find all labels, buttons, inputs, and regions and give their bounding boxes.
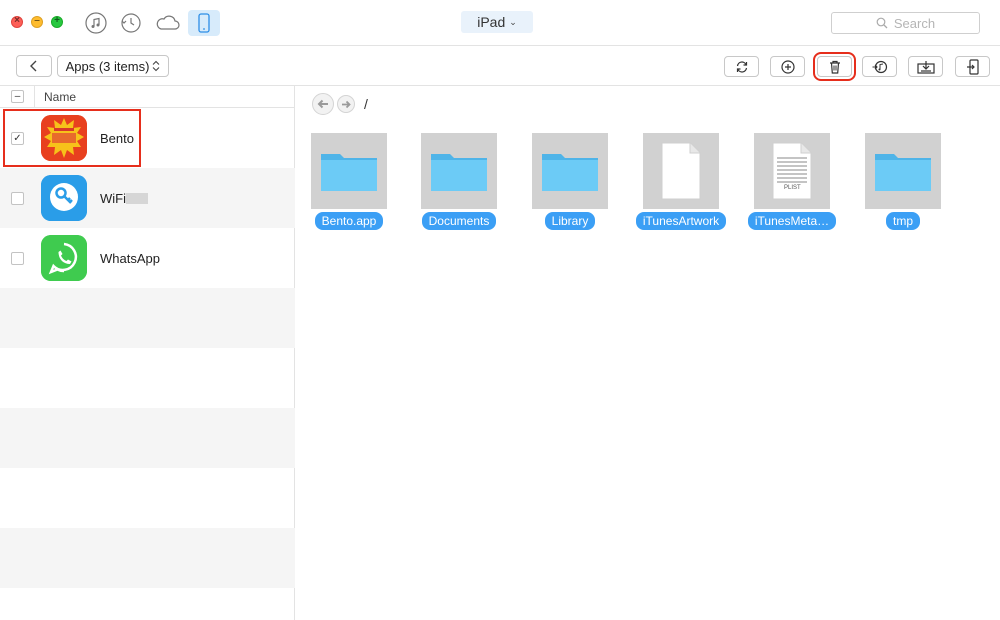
current-path: /	[364, 96, 368, 112]
empty-row	[0, 288, 295, 348]
app-name-wifi: WiFi	[100, 191, 126, 206]
file-label: iTunesMeta…	[747, 212, 837, 230]
import-to-device-button[interactable]	[955, 56, 990, 77]
app-row-whatsapp[interactable]: WhatsApp	[0, 228, 295, 288]
app-row-wifi[interactable]: WiFi	[0, 168, 295, 228]
plist-badge: PLIST	[782, 185, 803, 191]
refresh-icon	[736, 60, 747, 73]
file-label: tmp	[885, 212, 920, 230]
file-item[interactable]: Documents	[404, 133, 514, 233]
to-itunes-button[interactable]	[862, 56, 897, 77]
refresh-button[interactable]	[724, 56, 759, 77]
export-to-computer-button[interactable]	[908, 56, 943, 77]
folder-icon	[865, 133, 941, 209]
search-placeholder: Search	[893, 15, 936, 31]
add-icon	[780, 59, 795, 74]
empty-row	[0, 468, 295, 528]
device-selector[interactable]: iPad ⌄	[461, 11, 533, 33]
file-browser-panel: / Bento.app Documents Library iTunesArtw…	[296, 86, 1000, 620]
name-column-header[interactable]: Name	[44, 90, 76, 104]
file-label: iTunesArtwork	[635, 212, 727, 230]
music-note-icon[interactable]	[83, 10, 109, 36]
trash-icon	[829, 60, 840, 74]
back-button[interactable]	[16, 55, 52, 77]
category-selector[interactable]: Apps (3 items)	[57, 55, 169, 77]
folder-icon	[532, 133, 608, 209]
app-name-whatsapp: WhatsApp	[100, 251, 160, 266]
chevron-down-icon: ⌄	[509, 16, 517, 27]
toolbar: Apps (3 items)	[0, 46, 1000, 86]
to-itunes-icon	[872, 60, 887, 73]
app-list-panel: – Name ✓ Bento WiFi WhatsApp	[0, 86, 295, 620]
minimize-window-button[interactable]: –	[31, 15, 43, 28]
file-label: Documents	[421, 212, 497, 230]
nav-back-button[interactable]	[312, 93, 334, 115]
import-to-device-icon	[966, 58, 979, 75]
blurred-text	[126, 193, 148, 204]
export-to-computer-icon	[916, 60, 935, 74]
nav-forward-button[interactable]	[337, 95, 355, 113]
plist-file-icon	[754, 133, 830, 209]
cloud-icon[interactable]	[155, 10, 181, 36]
file-item[interactable]: iTunesMeta… PLIST	[737, 133, 847, 233]
path-bar: /	[312, 92, 368, 116]
file-item[interactable]: tmp	[848, 133, 958, 233]
selection-highlight-box	[3, 109, 141, 167]
whatsapp-app-icon	[41, 235, 87, 281]
add-button[interactable]	[770, 56, 805, 77]
folder-icon	[421, 133, 497, 209]
empty-row	[0, 528, 295, 588]
updown-chevron-icon	[153, 60, 160, 72]
wifi-key-app-icon	[41, 175, 87, 221]
file-item[interactable]: Library	[515, 133, 625, 233]
empty-row	[0, 408, 295, 468]
file-item[interactable]: Bento.app	[294, 133, 404, 233]
folder-icon	[311, 133, 387, 209]
history-icon[interactable]	[118, 10, 144, 36]
close-window-button[interactable]: ×	[11, 15, 23, 28]
document-icon	[643, 133, 719, 209]
phone-device-icon[interactable]	[188, 10, 220, 36]
app-checkbox-wifi[interactable]	[11, 192, 24, 205]
app-checkbox-whatsapp[interactable]	[11, 252, 24, 265]
empty-row	[0, 348, 295, 408]
file-label: Library	[544, 212, 596, 230]
chevron-left-icon	[30, 60, 37, 72]
file-label: Bento.app	[314, 212, 384, 230]
device-label: iPad	[477, 14, 506, 30]
maximize-window-button[interactable]: +	[51, 15, 63, 28]
select-all-checkbox[interactable]: –	[11, 90, 24, 103]
category-selector-label: Apps (3 items)	[65, 58, 150, 74]
delete-button[interactable]	[813, 52, 856, 81]
arrow-right-icon	[342, 100, 351, 108]
arrow-left-icon	[317, 99, 328, 109]
search-input[interactable]: Search	[831, 12, 980, 34]
title-bar: × – + iPad ⌄ Search	[0, 0, 1000, 46]
list-header: – Name	[0, 86, 295, 108]
file-item[interactable]: iTunesArtwork	[626, 133, 736, 233]
search-icon	[876, 17, 888, 29]
column-divider	[34, 86, 35, 108]
